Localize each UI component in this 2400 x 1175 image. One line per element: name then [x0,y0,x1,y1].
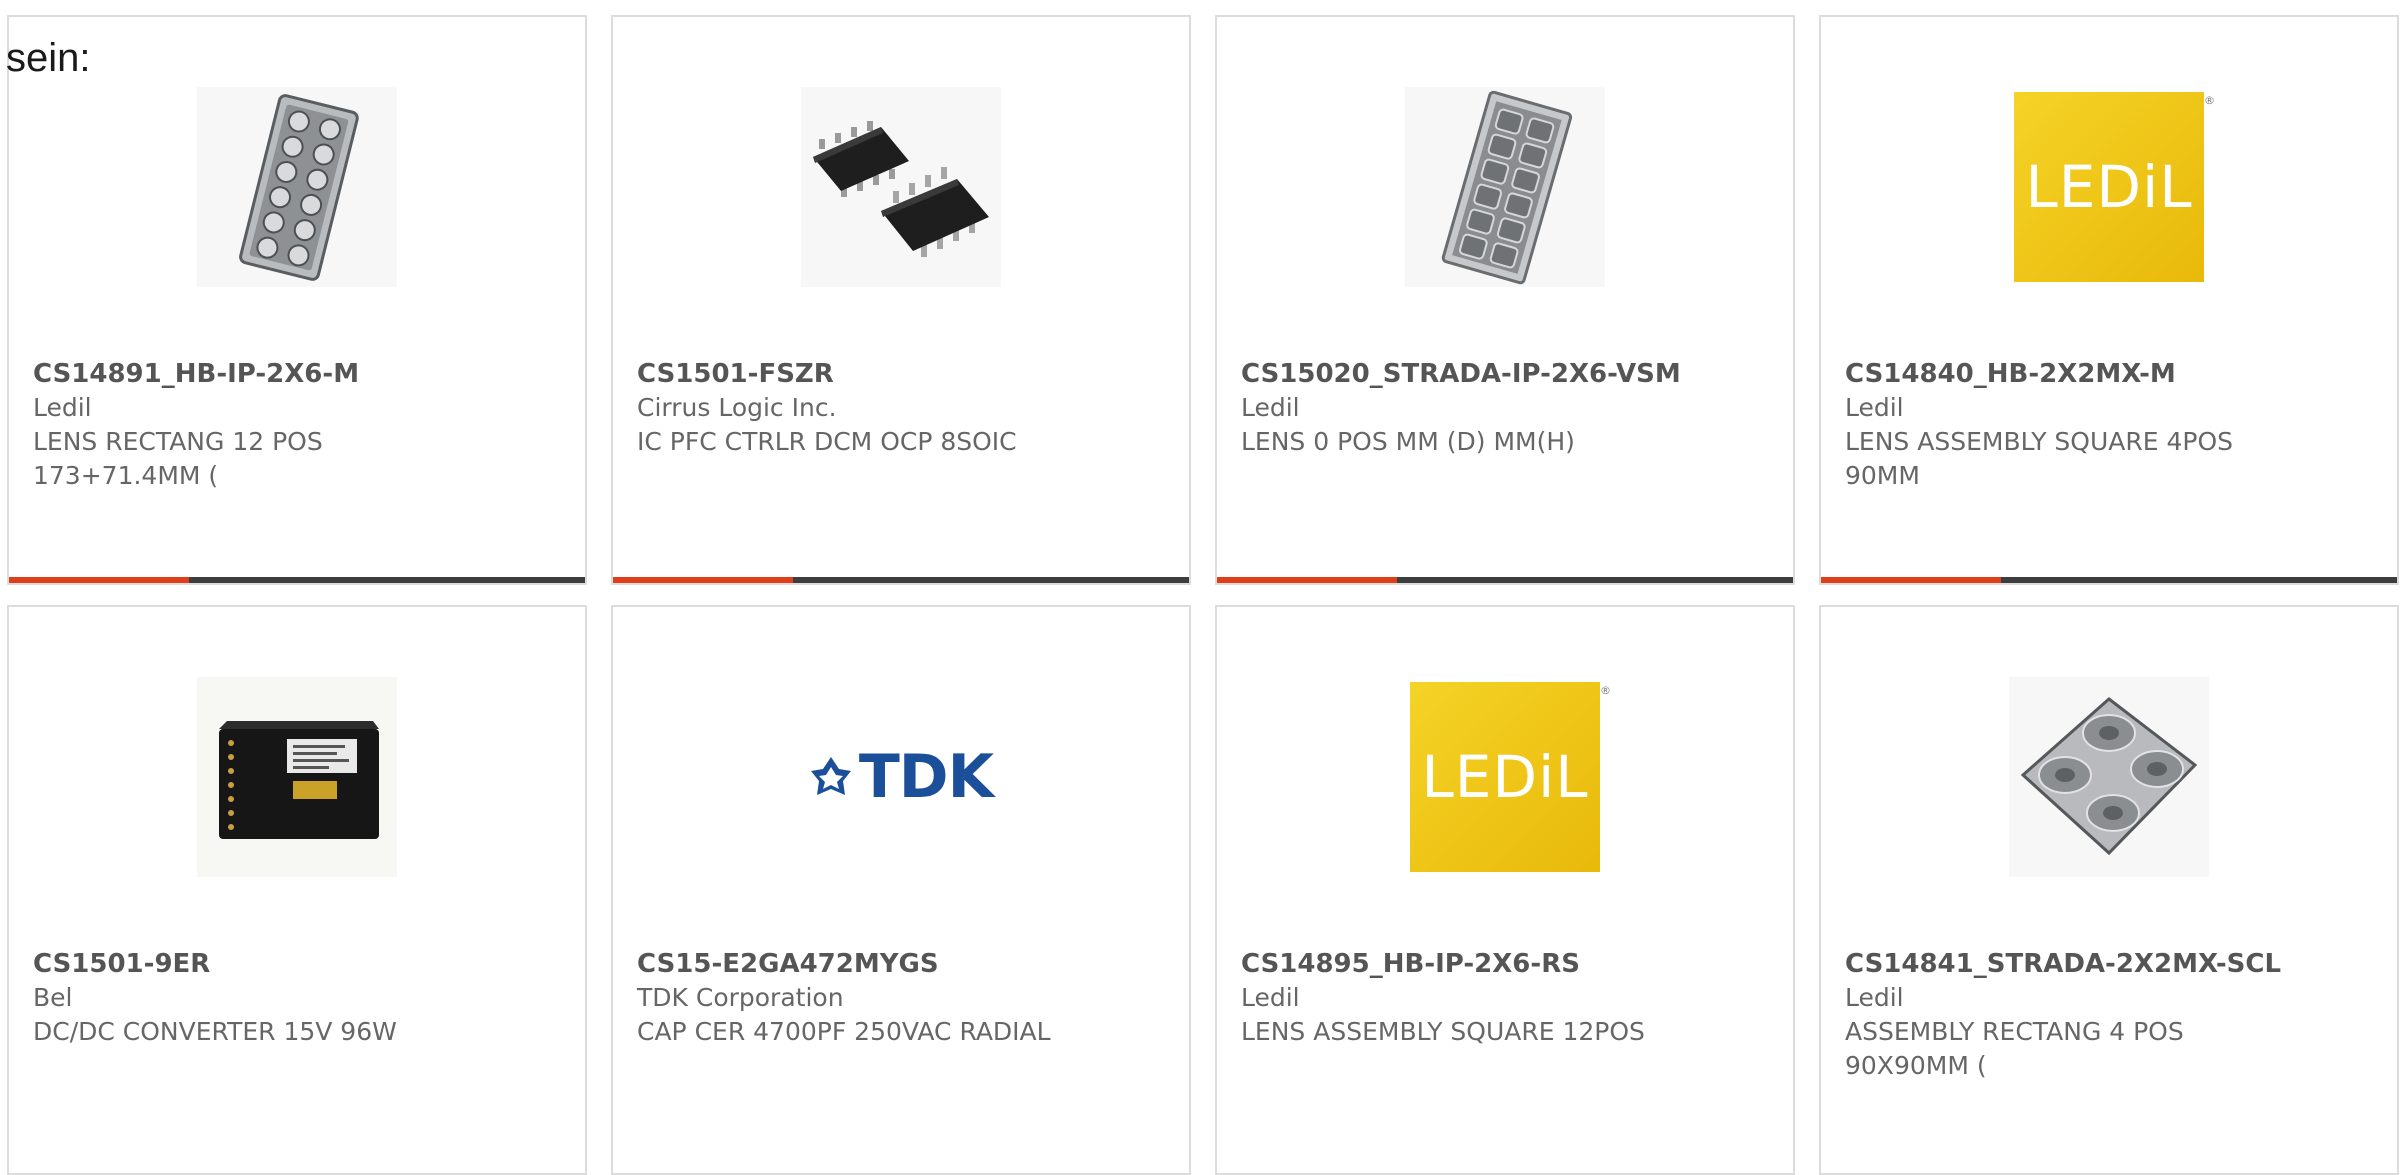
product-info: CS1501-FSZR Cirrus Logic Inc. IC PFC CTR… [637,357,1169,459]
product-image[interactable]: LEDiL ® [2009,87,2215,287]
product-image[interactable] [801,87,1001,287]
product-image[interactable]: TDK [801,677,1001,877]
description: IC PFC CTRLR DCM OCP 8SOIC [637,427,1017,456]
product-card[interactable]: LEDiL ® CS14895_HB-IP-2X6-RS Ledil LENS … [1215,605,1795,1175]
product-info: CS14891_HB-IP-2X6-M Ledil LENS RECTANG 1… [33,357,565,493]
product-card[interactable]: CS1501-FSZR Cirrus Logic Inc. IC PFC CTR… [611,15,1191,585]
product-info: CS14840_HB-2X2MX-M Ledil LENS ASSEMBLY S… [1845,357,2377,493]
ledil-logo-icon: LEDiL ® [2014,92,2215,282]
product-image[interactable] [2009,677,2209,877]
product-card[interactable]: TDK CS15-E2GA472MYGS TDK Corporation CAP… [611,605,1191,1175]
description: LENS RECTANG 12 POS 173+71.4MM ( [33,427,323,490]
dc-dc-converter-photo-icon [197,677,397,877]
manufacturer: TDK Corporation [637,983,844,1012]
description: LENS ASSEMBLY SQUARE 12POS [1241,1017,1645,1046]
part-number-link[interactable]: CS14841_STRADA-2X2MX-SCL [1845,947,2377,981]
card-bar-accent [1821,577,2001,583]
part-number-link[interactable]: CS14895_HB-IP-2X6-RS [1241,947,1773,981]
description: LENS ASSEMBLY SQUARE 4POS 90MM [1845,427,2234,490]
part-number-link[interactable]: CS1501-FSZR [637,357,1169,391]
product-info: CS1501-9ER Bel DC/DC CONVERTER 15V 96W [33,947,565,1049]
part-number-link[interactable]: CS1501-9ER [33,947,565,981]
manufacturer: Ledil [1845,983,1904,1012]
card-bar-accent [1217,577,1397,583]
manufacturer: Ledil [1241,393,1300,422]
lens-rectangular-photo-icon [197,87,397,287]
part-number-link[interactable]: CS15-E2GA472MYGS [637,947,1169,981]
tdk-logo-icon: TDK [809,742,994,812]
product-image[interactable] [197,87,397,287]
product-card[interactable]: CS14891_HB-IP-2X6-M Ledil LENS RECTANG 1… [7,15,587,585]
product-image[interactable] [197,677,397,877]
product-grid: CS14891_HB-IP-2X6-M Ledil LENS RECTANG 1… [7,15,2399,1175]
product-card[interactable]: CS14841_STRADA-2X2MX-SCL Ledil ASSEMBLY … [1819,605,2399,1175]
manufacturer: Ledil [33,393,92,422]
description: DC/DC CONVERTER 15V 96W [33,1017,397,1046]
product-image[interactable]: LEDiL ® [1405,677,1611,877]
card-bar-accent [9,577,189,583]
manufacturer: Bel [33,983,73,1012]
card-bottom-bar [9,577,585,583]
product-info: CS15020_STRADA-IP-2X6-VSM Ledil LENS 0 P… [1241,357,1773,459]
part-number-link[interactable]: CS14840_HB-2X2MX-M [1845,357,2377,391]
product-info: CS15-E2GA472MYGS TDK Corporation CAP CER… [637,947,1169,1049]
description: LENS 0 POS MM (D) MM(H) [1241,427,1575,456]
product-card[interactable]: CS15020_STRADA-IP-2X6-VSM Ledil LENS 0 P… [1215,15,1795,585]
lens-strada-photo-icon [1405,87,1605,287]
card-bottom-bar [1821,577,2397,583]
manufacturer: Ledil [1845,393,1904,422]
product-card[interactable]: CS1501-9ER Bel DC/DC CONVERTER 15V 96W [7,605,587,1175]
lens-square-4pos-photo-icon [2009,677,2209,877]
card-bottom-bar [1217,577,1793,583]
product-info: CS14841_STRADA-2X2MX-SCL Ledil ASSEMBLY … [1845,947,2377,1083]
part-number-link[interactable]: CS15020_STRADA-IP-2X6-VSM [1241,357,1773,391]
product-info: CS14895_HB-IP-2X6-RS Ledil LENS ASSEMBLY… [1241,947,1773,1049]
intro-text: sein: [6,36,91,80]
description: ASSEMBLY RECTANG 4 POS 90X90MM ( [1845,1017,2184,1080]
description: CAP CER 4700PF 250VAC RADIAL [637,1017,1051,1046]
manufacturer: Ledil [1241,983,1300,1012]
manufacturer: Cirrus Logic Inc. [637,393,837,422]
ledil-logo-icon: LEDiL ® [1410,682,1611,872]
card-bottom-bar [613,577,1189,583]
soic8-chip-photo-icon [801,87,1001,287]
product-card[interactable]: LEDiL ® CS14840_HB-2X2MX-M Ledil LENS AS… [1819,15,2399,585]
product-image[interactable] [1405,87,1605,287]
part-number-link[interactable]: CS14891_HB-IP-2X6-M [33,357,565,391]
tdk-emblem-icon [810,757,851,795]
card-bar-accent [613,577,793,583]
